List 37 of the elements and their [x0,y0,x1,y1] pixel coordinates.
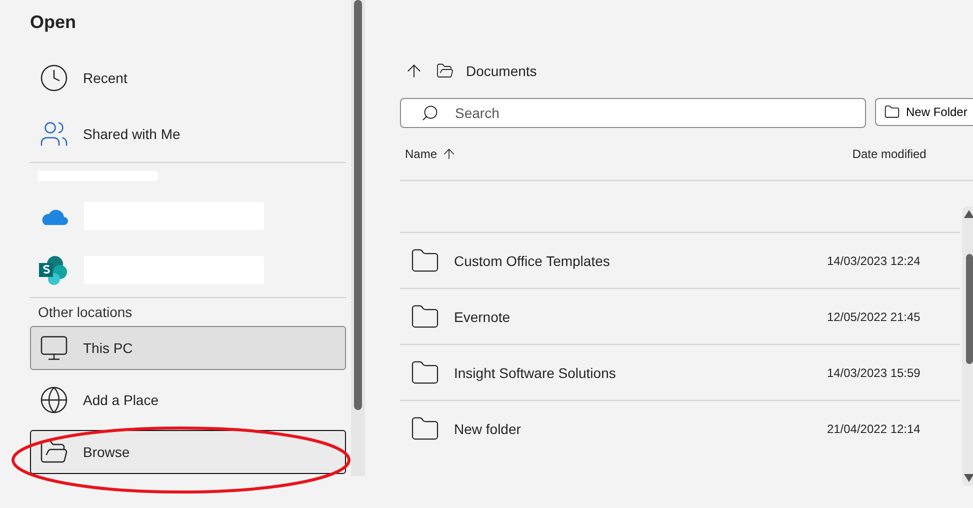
folder-icon [436,62,454,80]
date-modified: 21/04/2022 12:14 [826,422,920,436]
scroll-up-icon[interactable] [964,210,973,218]
folder-icon [884,104,900,120]
scroll-down-icon[interactable] [964,474,973,482]
file-name: Evernote [454,308,512,324]
date-modified: 12/05/2022 21:45 [826,310,920,324]
date-modified: 14/03/2023 12:24 [826,254,920,268]
search-input[interactable]: Search [453,104,845,122]
file-name: Insight Software Solutions [454,364,617,380]
scrollbar[interactable] [351,0,365,476]
breadcrumb-folder[interactable]: Documents [466,63,537,79]
new-folder-button[interactable]: New Folder [875,98,973,126]
file-name: Custom Office Templates [454,252,611,268]
clock-icon [39,63,69,93]
date-modified: 14/03/2023 15:59 [826,366,920,380]
dialog-title: Open [30,11,78,34]
file-name: New folder [454,420,522,436]
nav-item[interactable]: Browse [30,430,346,474]
people-icon [39,119,69,149]
file-row[interactable]: Evernote 12/05/2022 21:45 [400,288,960,344]
file-row[interactable]: Insight Software Solutions 14/03/2023 15:59 [400,344,960,400]
section-heading: Other locations [37,303,134,322]
site-logo-icon [38,255,68,285]
file-row[interactable]: New folder 21/04/2022 12:14 [400,400,960,456]
file-row[interactable]: Custom Office Templates 14/03/2023 12:24 [400,232,960,288]
search-icon [421,104,439,122]
nav-item[interactable]: This PC [30,326,346,370]
globe-icon [39,385,69,415]
column-header[interactable]: Name [405,146,458,162]
nav-item[interactable]: Shared with Me [30,108,346,160]
computer-icon [39,333,69,363]
search-field[interactable]: Search [400,98,866,128]
nav-item[interactable]: Recent [30,52,346,104]
scrollbar[interactable] [962,206,973,486]
nav-item[interactable]: Add a Place [30,374,346,426]
column-header[interactable]: Date modified [852,147,926,161]
